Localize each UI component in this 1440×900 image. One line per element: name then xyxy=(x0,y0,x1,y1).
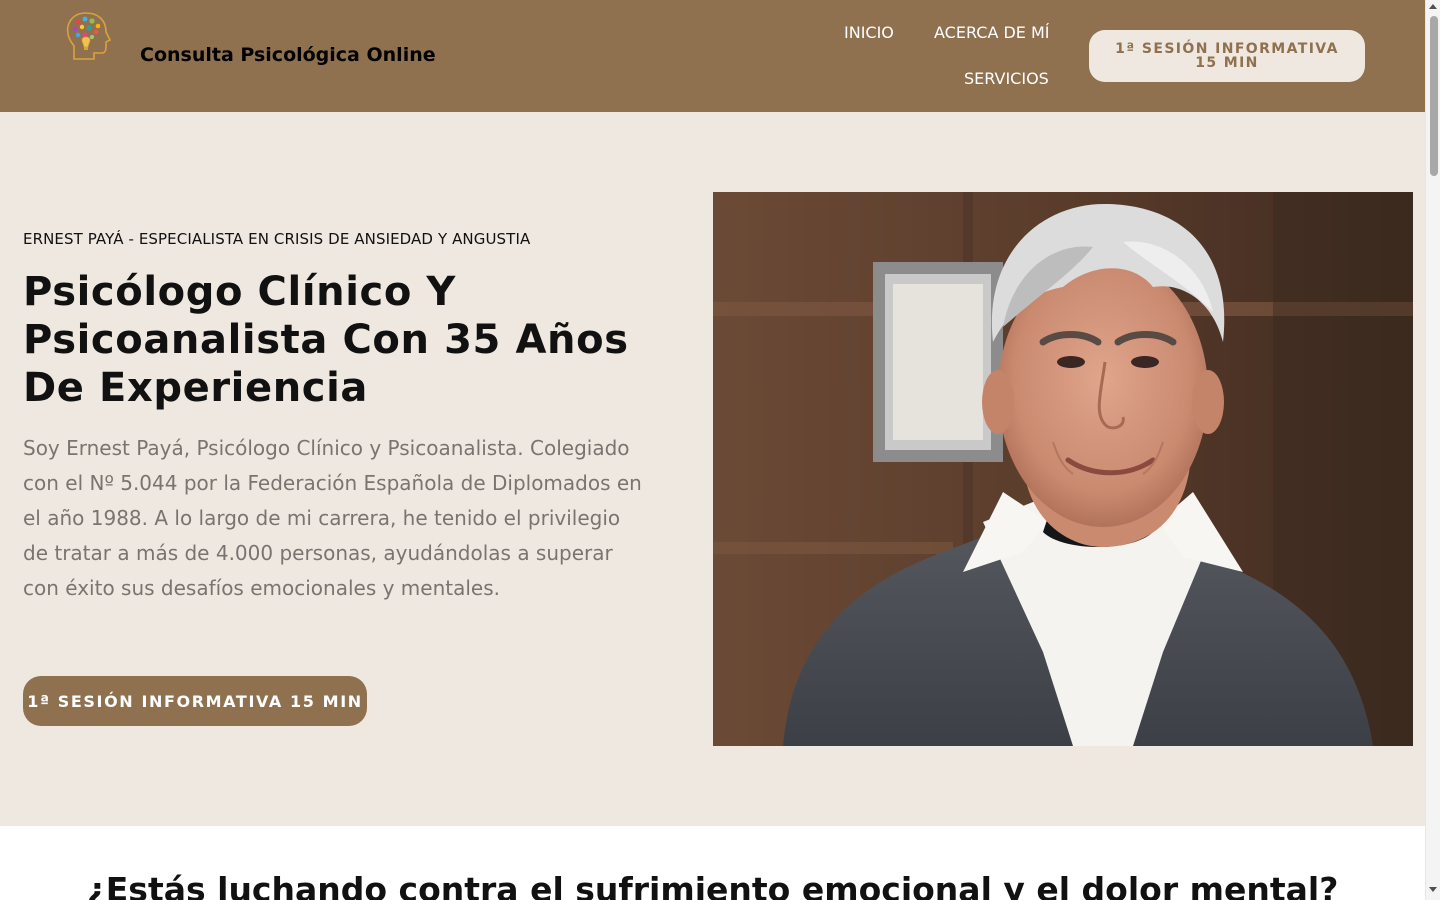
hero-eyebrow: ERNEST PAYÁ - ESPECIALISTA EN CRISIS DE … xyxy=(23,230,531,248)
vertical-scrollbar[interactable] xyxy=(1425,0,1440,900)
scrollbar-thumb[interactable] xyxy=(1430,16,1438,176)
portrait-photo xyxy=(713,192,1413,746)
hero-description: Soy Ernest Payá, Psicólogo Clínico y Psi… xyxy=(23,436,642,600)
brain-head-logo-icon[interactable] xyxy=(64,10,114,62)
hero-section: ERNEST PAYÁ - ESPECIALISTA EN CRISIS DE … xyxy=(0,112,1425,826)
nav-inicio[interactable]: INICIO xyxy=(844,23,894,42)
nav-acerca-de-mi[interactable]: ACERCA DE MÍ xyxy=(934,23,1050,42)
nav-servicios[interactable]: SERVICIOS xyxy=(964,69,1049,88)
site-header: Consulta Psicológica Online INICIO ACERC… xyxy=(0,0,1425,112)
section-title: ¿Estás luchando contra el sufrimiento em… xyxy=(86,870,1339,900)
brand-name[interactable]: Consulta Psicológica Online xyxy=(140,44,436,66)
header-cta-button[interactable]: 1ª SESIÓN INFORMATIVA 15 MIN xyxy=(1089,30,1365,82)
scroll-down-arrow-icon[interactable] xyxy=(1429,887,1437,892)
hero-cta-button[interactable]: 1ª SESIÓN INFORMATIVA 15 MIN xyxy=(23,676,367,726)
hero-title: Psicólogo Clínico Y Psicoanalista Con 35… xyxy=(23,269,629,411)
scroll-up-arrow-icon[interactable] xyxy=(1429,4,1437,9)
